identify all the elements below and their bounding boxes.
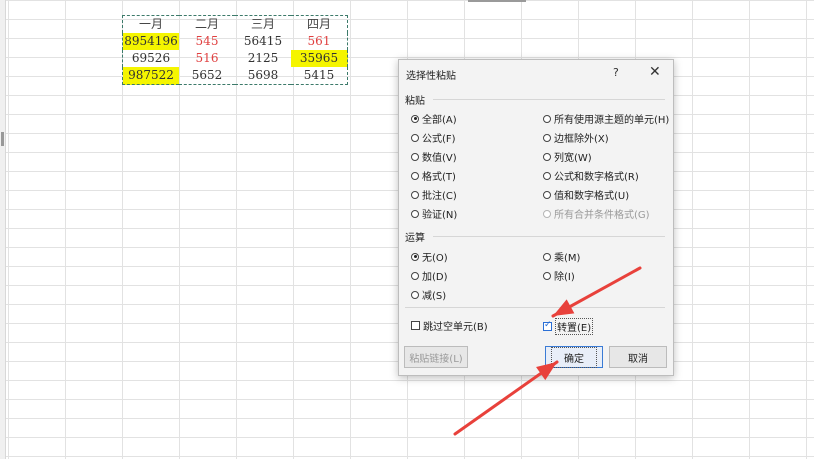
annotation-arrow-ok-head xyxy=(536,362,557,381)
annotation-arrow-transpose-head xyxy=(553,299,575,316)
annotation-overlay xyxy=(453,266,642,436)
